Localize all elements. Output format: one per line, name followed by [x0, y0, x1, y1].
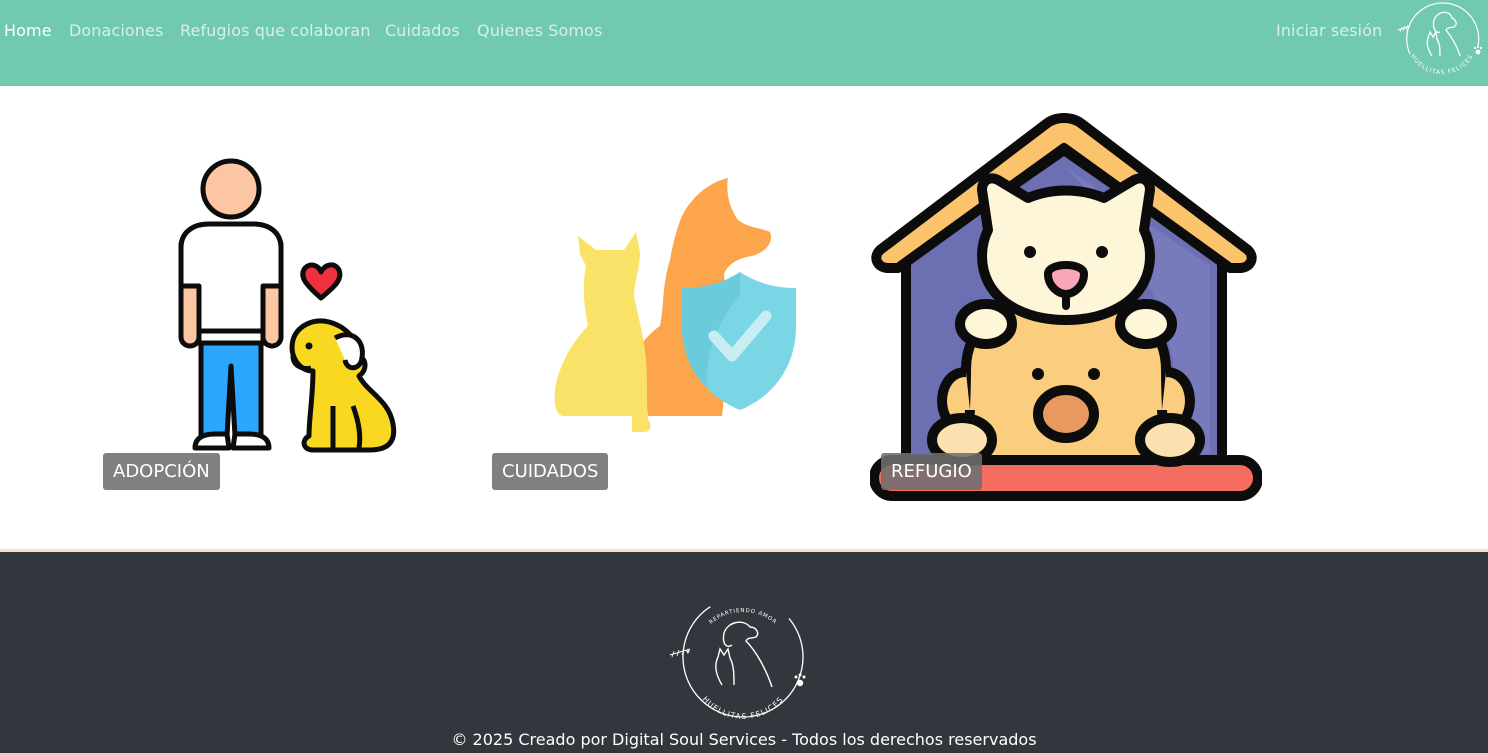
- huellitas-felices-logo-icon[interactable]: HUELLITAS FELICES: [1396, 0, 1488, 86]
- copyright-text: © 2025 Creado por Digital Soul Services …: [451, 730, 1037, 749]
- person-with-dog-icon: [178, 158, 397, 453]
- adopcion-badge[interactable]: ADOPCIÓN: [103, 453, 220, 490]
- nav-refugios-link[interactable]: Refugios que colaboran: [180, 21, 371, 40]
- pet-house-icon: [870, 113, 1262, 501]
- nav-home-link[interactable]: Home: [4, 21, 52, 40]
- navbar: Home Donaciones Refugios que colaboran C…: [0, 0, 1488, 86]
- cuidados-card[interactable]: CUIDADOS: [492, 176, 802, 496]
- nav-logo-text: HUELLITAS FELICES: [1409, 53, 1474, 76]
- nav-cuidados-link[interactable]: Cuidados: [385, 21, 460, 40]
- login-link[interactable]: Iniciar sesión: [1276, 21, 1382, 40]
- nav-quienes-somos-link[interactable]: Quienes Somos: [477, 21, 602, 40]
- footer: REPARTIENDO AMOR HUELLITAS FELICES © 202…: [0, 549, 1488, 753]
- huellitas-felices-logo-icon: REPARTIENDO AMOR HUELLITAS FELICES: [669, 596, 806, 720]
- cuidados-badge[interactable]: CUIDADOS: [492, 453, 609, 490]
- pets-shield-check-icon: [554, 178, 796, 432]
- refugio-badge[interactable]: REFUGIO: [881, 453, 982, 490]
- svg-text:HUELLITAS FELICES: HUELLITAS FELICES: [1409, 53, 1475, 76]
- main-content: ADOPCIÓN CUIDADOS REFUGIO: [0, 86, 1488, 549]
- svg-text:HUELLITAS FELICES: HUELLITAS FELICES: [701, 695, 786, 720]
- footer-logo-bottom-text: HUELLITAS FELICES: [701, 695, 784, 720]
- refugio-card[interactable]: REFUGIO: [870, 110, 1262, 502]
- adopcion-card[interactable]: ADOPCIÓN: [103, 156, 403, 496]
- nav-donaciones-link[interactable]: Donaciones: [69, 21, 163, 40]
